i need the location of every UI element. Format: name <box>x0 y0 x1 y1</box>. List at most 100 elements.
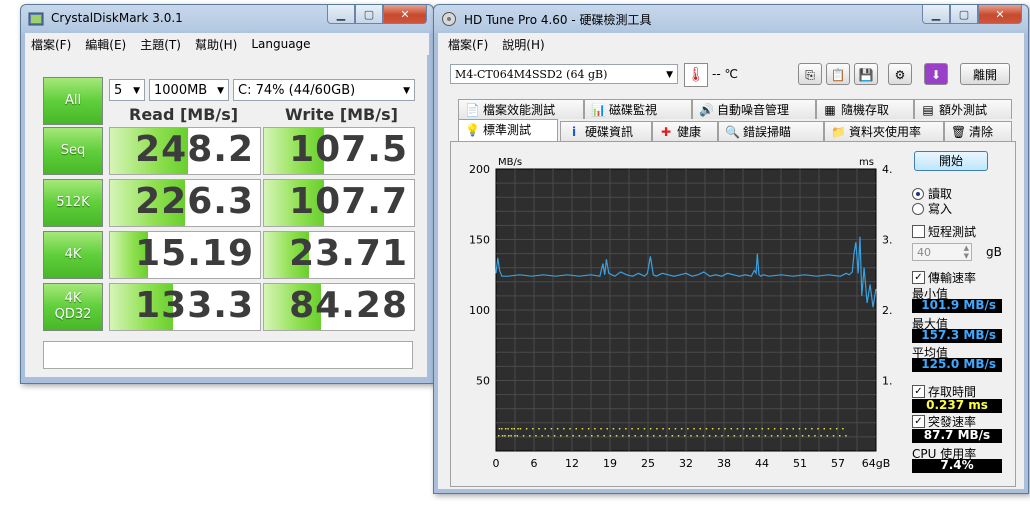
access-time-point <box>591 435 593 437</box>
y2-tick-label: 4.00 <box>882 163 892 176</box>
tab-disk-monitor[interactable]: 📊 磁碟監視 <box>584 99 692 119</box>
access-time-point <box>767 428 770 430</box>
read-result-cell: 133.3 <box>109 283 261 331</box>
extra-tests-icon: ▤ <box>922 103 934 117</box>
access-time-point <box>646 435 649 437</box>
tab-folder-usage[interactable]: 📁 資料夾使用率 <box>824 121 944 141</box>
cdm-client-area: All 5 ▼ 1000MB ▼ C: 74% (44/60GB) ▼ Read [M… <box>25 55 427 377</box>
menu-help[interactable]: 說明(H) <box>502 36 544 53</box>
cdm-maximize-button[interactable]: ▢ <box>355 5 383 24</box>
write-result-cell: 23.71 <box>263 231 415 279</box>
access-time-point <box>736 428 739 430</box>
run-button-0[interactable]: Seq <box>43 127 103 175</box>
access-time-point <box>609 435 612 437</box>
access-time-point <box>631 428 633 430</box>
start-button[interactable]: 開始 <box>914 151 988 171</box>
access-time-point <box>671 435 674 437</box>
test-count-select[interactable]: 5 ▼ <box>109 79 145 101</box>
cdm-close-button[interactable]: ✕ <box>383 5 427 24</box>
tab-label: 磁碟監視 <box>609 103 658 117</box>
tab-benchmark[interactable]: 💡 標準測試 <box>458 119 558 141</box>
access-time-point <box>560 435 562 437</box>
access-time-point <box>708 435 711 437</box>
access-time-point <box>820 435 822 437</box>
access-time-point <box>761 428 763 430</box>
tab-aam[interactable]: 🔊 自動噪音管理 <box>692 99 816 119</box>
options-button[interactable]: ⚙ <box>888 63 912 85</box>
x-tick-label: 32 <box>679 457 693 470</box>
all-button-label: All <box>64 93 82 108</box>
access-time-point <box>777 435 779 437</box>
run-button-3[interactable]: 4K QD32 <box>43 283 103 331</box>
access-time-point <box>597 435 599 437</box>
short-test-checkbox[interactable] <box>912 225 925 238</box>
minimize-icon: ▁ <box>931 7 941 21</box>
access-time-point <box>668 428 670 430</box>
access-time-checkbox[interactable]: ✓ <box>912 385 925 398</box>
hdtune-window-title: HD Tune Pro 4.60 - 硬碟檢測工具 <box>464 13 652 27</box>
tab-file-benchmark[interactable]: 📄 檔案效能測試 <box>458 99 584 119</box>
all-button[interactable]: All <box>43 77 103 125</box>
monitor-icon: 📊 <box>591 103 606 117</box>
copy-image-button[interactable]: 📋 <box>826 63 850 85</box>
test-size-select[interactable]: 1000MB ▼ <box>149 79 229 101</box>
write-column-header: Write [MB/s] <box>285 105 398 124</box>
tab-info[interactable]: i 硬碟資訊 <box>560 121 652 141</box>
random-access-icon: ▦ <box>824 103 836 117</box>
tab-error-scan[interactable]: 🔍 錯誤掃瞄 <box>718 121 824 141</box>
run-button-label: 512K <box>56 195 90 210</box>
access-time-point <box>640 435 643 437</box>
hdtune-titlebar[interactable]: HD Tune Pro 4.60 - 硬碟檢測工具 ▁ ▢ ✕ <box>434 5 1028 33</box>
cdm-minimize-button[interactable]: ▁ <box>327 5 355 24</box>
run-button-2[interactable]: 4K <box>43 231 103 279</box>
access-time-point <box>798 428 801 430</box>
access-time-point <box>674 428 677 430</box>
exit-button-label: 離開 <box>972 68 997 82</box>
menu-file[interactable]: 檔案(F) <box>31 36 71 53</box>
access-time-point <box>814 435 816 437</box>
write-radio[interactable] <box>912 203 924 215</box>
short-test-label: 短程測試 <box>928 225 977 239</box>
download-button[interactable]: ⬇ <box>924 63 948 85</box>
save-button[interactable]: 💾 <box>854 63 878 85</box>
tab-random-access[interactable]: ▦ 隨機存取 <box>816 99 914 119</box>
tab-extra-tests[interactable]: ▤ 額外測試 <box>914 99 1012 119</box>
access-time-point <box>659 435 661 437</box>
access-time-point <box>522 435 525 437</box>
exit-button[interactable]: 離開 <box>960 63 1010 85</box>
menu-file[interactable]: 檔案(F) <box>448 36 488 53</box>
menu-language[interactable]: Language <box>251 37 310 51</box>
menu-help[interactable]: 幫助(H) <box>195 36 237 53</box>
access-time-point <box>529 435 531 437</box>
access-time-point <box>656 428 658 430</box>
access-time-point <box>637 428 639 430</box>
tab-erase[interactable]: 🗑 清除 <box>944 121 1012 141</box>
short-test-spinner[interactable]: 40 ▲ ▼ <box>912 243 972 261</box>
burst-rate-checkbox[interactable]: ✓ <box>912 415 925 428</box>
run-button-label: 4K QD32 <box>54 291 92 322</box>
access-time-point <box>832 435 835 437</box>
info-icon: i <box>571 125 577 139</box>
drive-select[interactable]: C: 74% (44/60GB) ▼ <box>233 79 415 101</box>
cdm-titlebar[interactable]: CrystalDiskMark 3.0.1 ▁ ▢ ✕ <box>21 5 433 33</box>
run-button-1[interactable]: 512K <box>43 179 103 227</box>
access-time-point <box>584 435 587 437</box>
access-time-point <box>556 428 559 430</box>
access-time-point <box>510 435 512 437</box>
tab-health[interactable]: ✚ 健康 <box>652 121 718 141</box>
drive-select[interactable]: M4-CT064M4SSD2 (64 gB) ▼ <box>450 64 678 84</box>
menu-edit[interactable]: 編輯(E) <box>85 36 126 53</box>
transfer-rate-checkbox[interactable]: ✓ <box>912 271 925 284</box>
read-radio[interactable] <box>912 188 924 200</box>
hdtune-minimize-button[interactable]: ▁ <box>922 5 950 24</box>
hdtune-close-button[interactable]: ✕ <box>978 5 1022 24</box>
hdtune-maximize-button[interactable]: ▢ <box>950 5 978 24</box>
tab-label: 清除 <box>969 125 994 139</box>
access-time-point <box>511 428 513 430</box>
copy-text-button[interactable]: ⎘ <box>798 63 822 85</box>
menu-theme[interactable]: 主題(T) <box>140 36 181 53</box>
y-tick-label: 50 <box>476 375 490 388</box>
y2-axis-label: ms <box>859 157 874 168</box>
access-time-point <box>569 428 571 430</box>
access-time-point <box>804 428 807 430</box>
